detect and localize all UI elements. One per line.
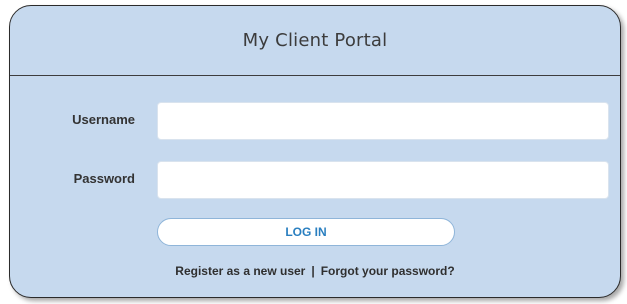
username-label: Username (72, 112, 135, 127)
username-field[interactable] (157, 102, 609, 140)
forgot-password-link[interactable]: Forgot your password? (321, 264, 455, 278)
register-link[interactable]: Register as a new user (175, 264, 305, 278)
page-title: My Client Portal (242, 30, 388, 51)
account-links: Register as a new user | Forgot your passw… (10, 264, 620, 278)
panel-header: My Client Portal (10, 6, 620, 76)
login-panel: My Client Portal Username Password LOG I… (9, 5, 621, 298)
password-field[interactable] (157, 161, 609, 199)
password-label: Password (73, 171, 135, 186)
login-button[interactable]: LOG IN (157, 218, 455, 246)
link-separator: | (311, 264, 315, 278)
